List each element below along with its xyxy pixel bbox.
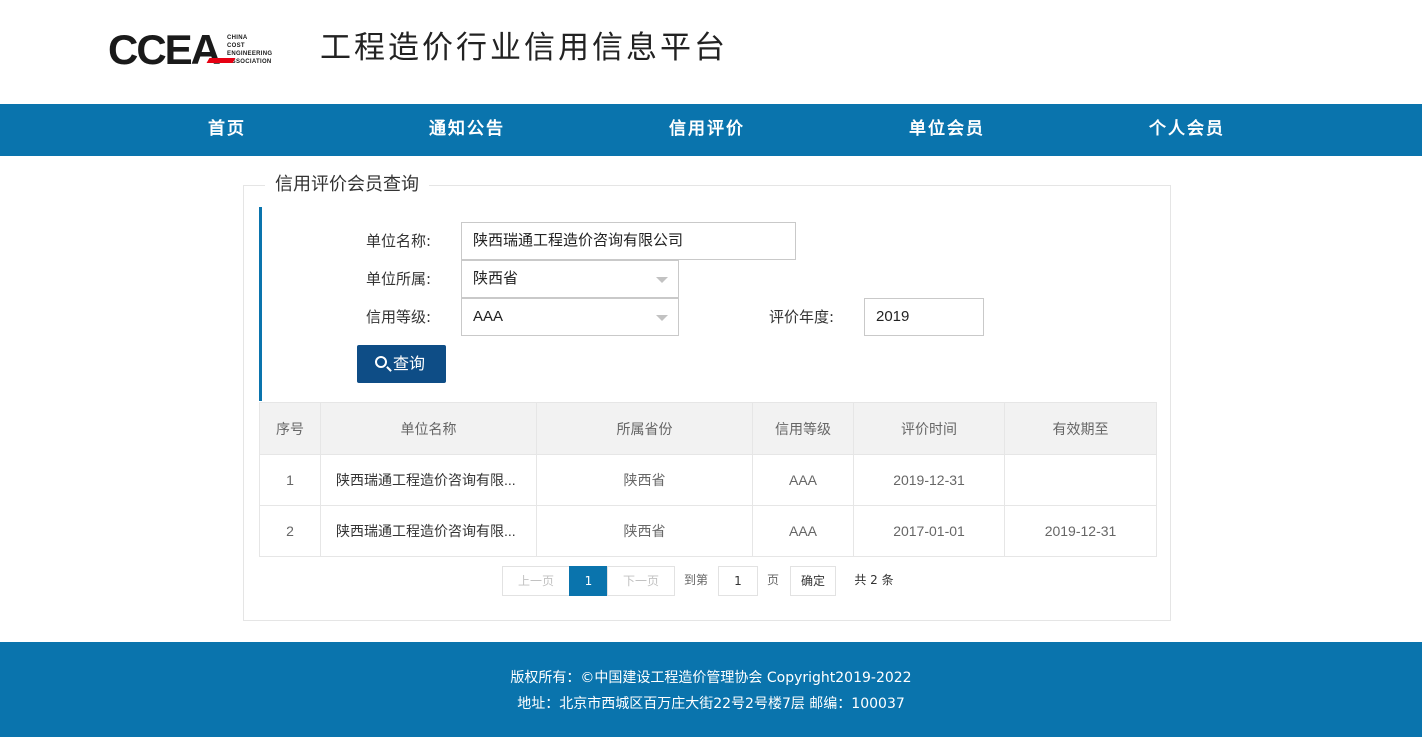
- site-header: CCEA CHINA COST ENGINEERING ASSOCIATION …: [0, 0, 1422, 104]
- goto-page-input[interactable]: 1: [718, 566, 758, 596]
- col-header-unit-name: 单位名称: [320, 402, 537, 455]
- cell-province: 陕西省: [536, 454, 753, 506]
- results-table: 序号 单位名称 所属省份 信用等级 评价时间 有效期至 1 陕西瑞通工程造价咨询…: [259, 402, 1157, 557]
- unit-name-input[interactable]: 陕西瑞通工程造价咨询有限公司: [461, 222, 796, 260]
- cell-valid-until: 2019-12-31: [1004, 505, 1157, 557]
- col-header-valid-until: 有效期至: [1004, 402, 1157, 455]
- province-select-value: 陕西省: [473, 270, 519, 287]
- col-header-eval-date: 评价时间: [853, 402, 1005, 455]
- nav-item-individual-members[interactable]: 个人会员: [1149, 104, 1225, 156]
- next-page-button[interactable]: 下一页: [607, 566, 675, 596]
- logo-wordmark: CCEA: [108, 26, 221, 73]
- table-row[interactable]: 2 陕西瑞通工程造价咨询有限... 陕西省 AAA 2017-01-01 201…: [259, 505, 1157, 557]
- current-page[interactable]: 1: [569, 566, 608, 596]
- footer-address: 地址：北京市西城区百万庄大街22号2号楼7层 邮编：100037: [517, 696, 905, 712]
- grade-label: 信用等级:: [366, 308, 432, 326]
- cell-grade: AAA: [752, 454, 854, 506]
- cell-index: 2: [259, 505, 321, 557]
- search-button-label: 查询: [393, 354, 426, 373]
- logo-red-stroke: [206, 58, 236, 63]
- total-count: 共 2 条: [854, 573, 894, 587]
- cell-province: 陕西省: [536, 505, 753, 557]
- cell-eval-date: 2019-12-31: [853, 454, 1005, 506]
- province-select[interactable]: 陕西省: [461, 260, 679, 298]
- nav-item-home[interactable]: 首页: [208, 104, 246, 156]
- goto-confirm-button[interactable]: 确定: [790, 566, 836, 596]
- cell-unit-name[interactable]: 陕西瑞通工程造价咨询有限...: [320, 454, 537, 506]
- main-nav: 首页 通知公告 信用评价 单位会员 个人会员: [0, 104, 1422, 156]
- province-label: 单位所属:: [366, 270, 432, 288]
- goto-label: 到第: [683, 573, 708, 587]
- panel-accent-bar: [259, 207, 262, 401]
- panel-legend: 信用评价会员查询: [265, 171, 429, 199]
- ccea-logo[interactable]: CCEA CHINA COST ENGINEERING ASSOCIATION: [108, 26, 273, 73]
- chevron-down-icon: [656, 315, 668, 321]
- chevron-down-icon: [656, 277, 668, 283]
- cell-unit-name[interactable]: 陕西瑞通工程造价咨询有限...: [320, 505, 537, 557]
- nav-item-credit-evaluation[interactable]: 信用评价: [669, 104, 745, 156]
- table-row[interactable]: 1 陕西瑞通工程造价咨询有限... 陕西省 AAA 2019-12-31: [259, 454, 1157, 506]
- unit-name-label: 单位名称:: [366, 232, 432, 250]
- year-input[interactable]: 2019: [864, 298, 984, 336]
- table-header-row: 序号 单位名称 所属省份 信用等级 评价时间 有效期至: [259, 402, 1157, 455]
- cell-eval-date: 2017-01-01: [853, 505, 1005, 557]
- grade-select-value: AAA: [473, 308, 504, 325]
- site-footer: 版权所有：©中国建设工程造价管理协会 Copyright2019-2022 地址…: [0, 642, 1422, 737]
- search-icon: [375, 356, 387, 368]
- cell-valid-until: [1004, 454, 1157, 506]
- search-button[interactable]: 查询: [357, 345, 446, 383]
- col-header-province: 所属省份: [536, 402, 753, 455]
- footer-copyright: 版权所有：©中国建设工程造价管理协会 Copyright2019-2022: [510, 670, 912, 686]
- cell-grade: AAA: [752, 505, 854, 557]
- year-label: 评价年度:: [769, 308, 835, 326]
- prev-page-button[interactable]: 上一页: [502, 566, 570, 596]
- col-header-index: 序号: [259, 402, 321, 455]
- col-header-grade: 信用等级: [752, 402, 854, 455]
- page-unit-label: 页: [766, 573, 779, 587]
- nav-item-unit-members[interactable]: 单位会员: [909, 104, 985, 156]
- cell-index: 1: [259, 454, 321, 506]
- grade-select[interactable]: AAA: [461, 298, 679, 336]
- site-title: 工程造价行业信用信息平台: [320, 30, 728, 66]
- nav-item-notices[interactable]: 通知公告: [429, 104, 505, 156]
- logo-subtitle: CHINA COST ENGINEERING ASSOCIATION: [227, 35, 273, 65]
